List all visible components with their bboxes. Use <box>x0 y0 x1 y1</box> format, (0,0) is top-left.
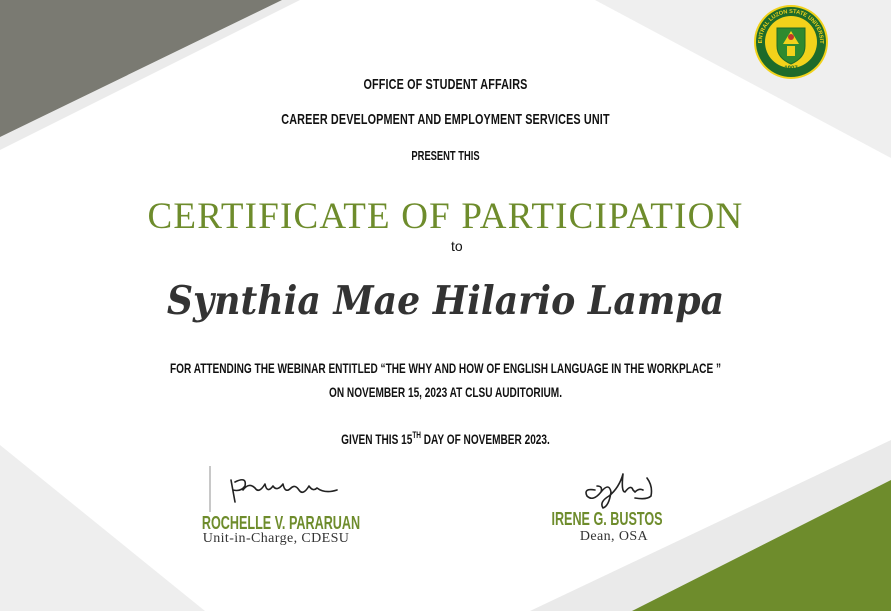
certificate-title: CERTIFICATE OF PARTICIPATION <box>147 196 744 237</box>
body-text-line-1: FOR ATTENDING THE WEBINAR ENTITLED “THE … <box>169 360 722 376</box>
signature-2-image <box>585 473 653 509</box>
signatory-1-title: Unit-in-Charge, CDESU <box>202 531 350 546</box>
bottom-left-light-corner <box>0 445 205 611</box>
unit-heading: CAREER DEVELOPMENT AND EMPLOYMENT SERVIC… <box>281 111 610 128</box>
signatory-2-name: IRENE G. BUSTOS <box>551 509 663 529</box>
svg-text:1907: 1907 <box>784 66 798 72</box>
given-ordinal-suffix: TH <box>412 430 421 440</box>
present-text: PRESENT THIS <box>411 148 480 163</box>
university-seal-logo: 1907 CENTRAL LUZON STATE UNIVERSITY <box>753 4 828 79</box>
signatory-2-title: Dean, OSA <box>579 529 649 544</box>
given-suffix: DAY OF NOVEMBER 2023. <box>420 431 550 447</box>
recipient-name: Synthia Mae Hilario Lampa <box>166 278 725 324</box>
signature-divider <box>209 466 211 512</box>
signature-1-image <box>230 478 338 503</box>
given-prefix: GIVEN THIS 15 <box>341 431 413 447</box>
to-word: to <box>451 238 463 254</box>
body-text-line-2: ON NOVEMBER 15, 2023 AT CLSU AUDITORIUM. <box>328 384 562 400</box>
given-date: GIVEN THIS 15TH DAY OF NOVEMBER 2023. <box>125 430 767 447</box>
office-heading: OFFICE OF STUDENT AFFAIRS <box>363 76 528 93</box>
